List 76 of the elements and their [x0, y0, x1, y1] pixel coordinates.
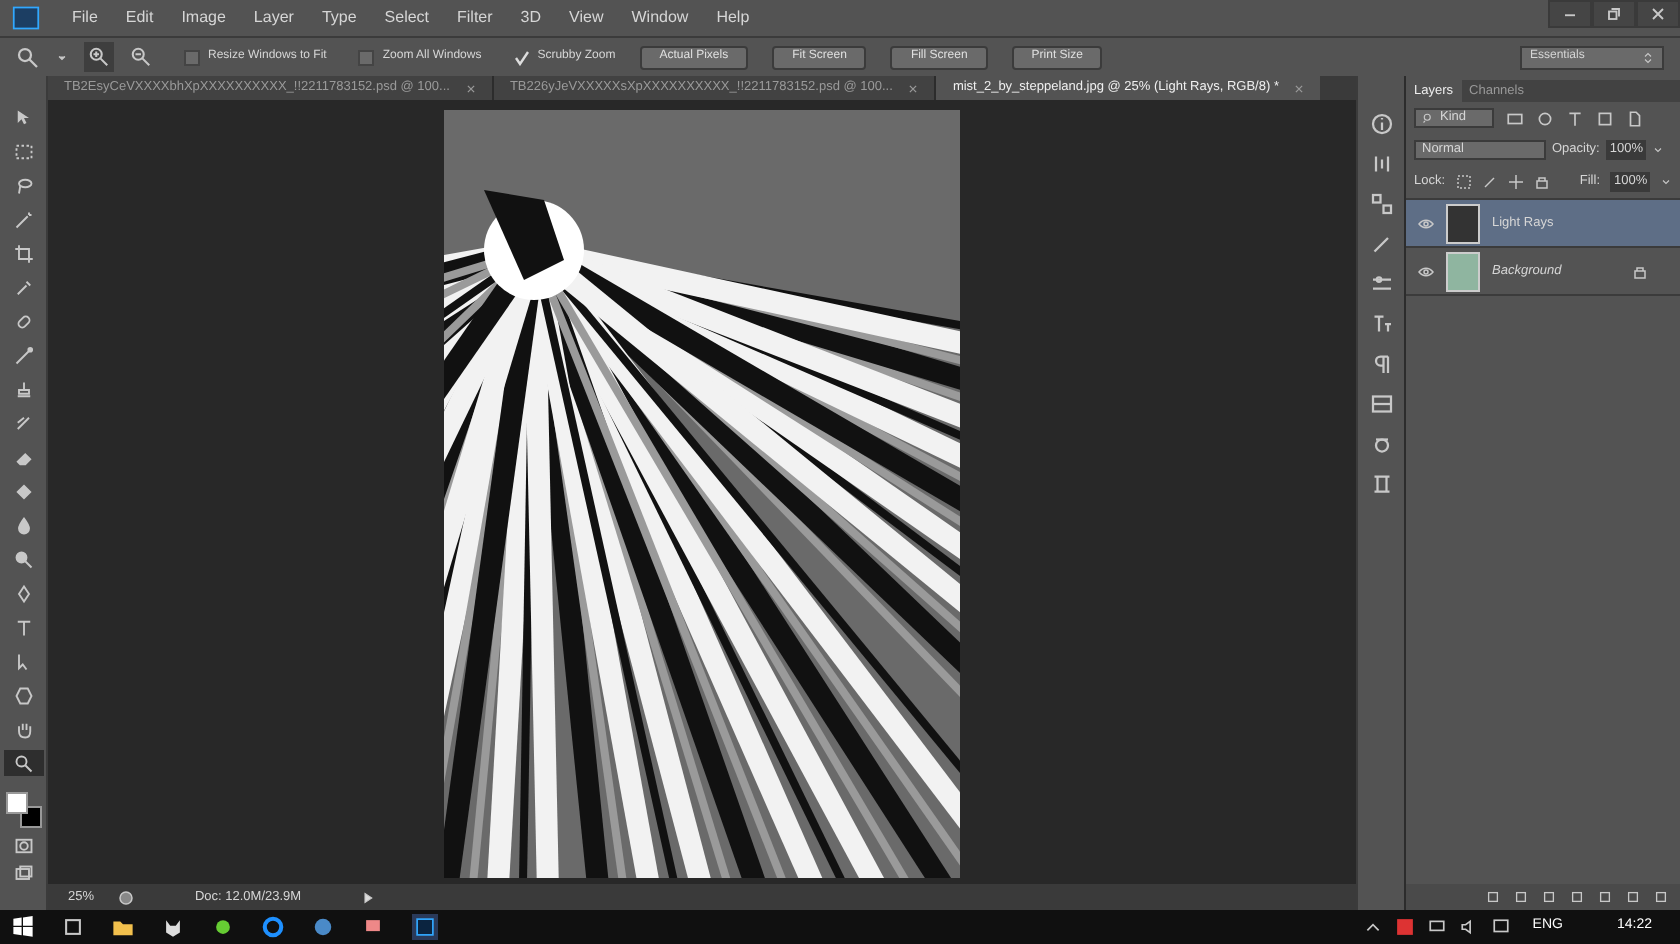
zoom-icon [13, 753, 33, 773]
lock-icon[interactable] [1533, 174, 1550, 190]
bucket-icon [13, 481, 33, 501]
task-view-icon[interactable] [62, 916, 84, 938]
marquee-icon [13, 141, 33, 161]
hexagon-icon [13, 685, 33, 705]
drop-icon [13, 515, 33, 535]
menu-item[interactable]: Select [384, 6, 430, 30]
bandage-icon [13, 311, 33, 331]
close-icon[interactable] [1294, 83, 1305, 93]
swatches-icon[interactable] [1369, 192, 1393, 216]
adjustment-filter-icon[interactable] [1536, 109, 1554, 127]
photoshop-taskbar-button[interactable] [412, 914, 438, 940]
pen-icon [13, 583, 33, 603]
close-icon [1648, 4, 1668, 24]
screen-mode-icon[interactable] [11, 864, 35, 884]
menu-item[interactable]: Image [181, 6, 226, 30]
checkbox[interactable] [184, 49, 200, 65]
move-icon[interactable] [1507, 174, 1524, 190]
type-filter-icon[interactable] [1566, 109, 1584, 127]
smart-object-filter-icon[interactable] [1626, 109, 1644, 127]
eye-icon[interactable] [1418, 215, 1434, 231]
info-icon[interactable] [118, 889, 135, 905]
sliders-icon[interactable] [1369, 272, 1393, 296]
menu-item[interactable]: Filter [457, 6, 493, 30]
app-logo-icon [8, 4, 44, 32]
caret-icon [1642, 49, 1654, 65]
menu-item[interactable]: Layer [253, 6, 294, 30]
image-filter-icon[interactable] [1506, 109, 1524, 127]
eye-icon[interactable] [1418, 263, 1434, 279]
paragraph-icon[interactable] [1369, 352, 1393, 376]
layout-icon[interactable] [1369, 392, 1393, 416]
stamp-icon [13, 379, 33, 399]
info-icon[interactable] [1369, 112, 1393, 136]
quick-mask-icon[interactable] [11, 836, 35, 856]
shape-filter-icon[interactable] [1596, 109, 1614, 127]
lasso-icon [13, 175, 33, 195]
dodge-icon [13, 549, 33, 569]
zoom-in-icon [88, 46, 110, 68]
monitor-icon[interactable] [1428, 918, 1447, 936]
play-icon[interactable] [362, 891, 375, 903]
tool-button[interactable] [3, 750, 43, 776]
menu-item[interactable]: Type [321, 6, 357, 30]
menu-item[interactable]: File [72, 6, 98, 30]
crop-icon [13, 243, 33, 263]
zoom-icon[interactable] [16, 45, 40, 69]
color-swatches[interactable] [5, 792, 41, 828]
lock-pixels-icon[interactable] [1455, 174, 1472, 190]
window-close-button[interactable] [1636, 0, 1680, 28]
app-icon [416, 918, 434, 936]
edge-icon[interactable] [262, 916, 284, 938]
layer-thumbnail [1446, 203, 1480, 243]
move-icon [13, 107, 33, 127]
caret-icon[interactable] [56, 51, 68, 63]
checkbox[interactable] [358, 49, 375, 65]
zoom-out-icon[interactable] [130, 46, 152, 68]
type-icon[interactable] [1369, 312, 1393, 336]
eraser-icon [13, 447, 33, 467]
windows-icon[interactable] [12, 916, 34, 938]
menu-item[interactable]: Help [716, 6, 750, 30]
search-icon [1422, 112, 1434, 124]
menu-item[interactable]: Window [631, 6, 689, 30]
zoom-in-button[interactable] [84, 42, 114, 72]
menu-item[interactable]: Edit [125, 6, 154, 30]
close-icon[interactable] [908, 83, 919, 93]
type-icon [13, 617, 33, 637]
eyedropper-icon [13, 277, 33, 297]
hand-icon [13, 719, 33, 739]
chevron-up-icon[interactable] [1364, 918, 1383, 936]
close-icon[interactable] [465, 83, 476, 93]
restore-icon [1604, 4, 1624, 24]
menu-item[interactable]: View [569, 6, 604, 30]
cat-icon[interactable] [162, 916, 184, 938]
layer-thumbnail [1446, 251, 1480, 291]
window-restore-button[interactable] [1592, 0, 1636, 28]
menu-item[interactable]: 3D [520, 6, 542, 30]
